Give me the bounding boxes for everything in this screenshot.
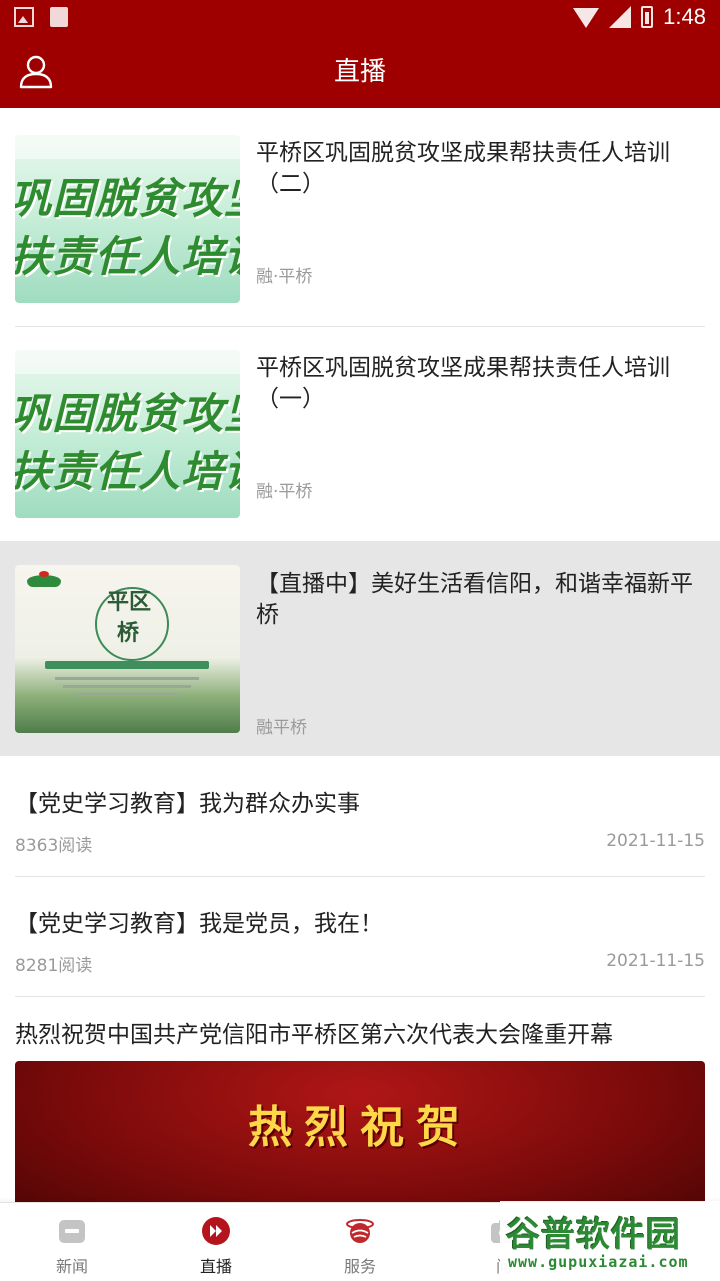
article-read-count: 8281阅读 xyxy=(15,956,93,976)
article-title: 【党史学习教育】我是党员，我在！ xyxy=(15,911,383,937)
article-read-count: 8363阅读 xyxy=(15,836,93,856)
live-card[interactable]: 巩固脱贫攻坚 扶责任人培训 平桥区巩固脱贫攻坚成果帮扶责任人培训（一） 融·平桥 xyxy=(0,323,720,538)
thumbnail-text: 巩固脱贫攻坚 xyxy=(15,389,240,438)
app-bar: 直播 xyxy=(0,36,720,108)
user-profile-button[interactable] xyxy=(18,54,54,90)
live-thumbnail: 平区 桥 xyxy=(15,565,240,733)
thumbnail-text: 平区 xyxy=(107,590,152,615)
article-item[interactable]: 【党史学习教育】我为群众办实事 8363阅读 2021-11-15 xyxy=(0,756,720,876)
article-title: 【党史学习教育】我为群众办实事 xyxy=(15,791,360,817)
thumbnail-text: 巩固脱贫攻坚 xyxy=(15,174,240,223)
system-icons: 1:48 xyxy=(573,4,706,30)
article-title: 热烈祝贺中国共产党信阳市平桥区第六次代表大会隆重开幕 xyxy=(15,1022,613,1048)
live-title: 平桥区巩固脱贫攻坚成果帮扶责任人培训（一） xyxy=(256,355,670,412)
signal-icon xyxy=(609,6,632,28)
live-thumbnail: 巩固脱贫攻坚 扶责任人培训 xyxy=(15,350,240,518)
page-title: 直播 xyxy=(333,57,386,87)
status-time: 1:48 xyxy=(663,4,706,29)
wifi-icon xyxy=(573,8,600,28)
article-date: 2021-11-15 xyxy=(606,951,705,971)
watermark-overlay: 谷普软件园 www.gupuxiazai.com xyxy=(500,1201,720,1280)
user-icon xyxy=(19,55,53,89)
live-source: 融·平桥 xyxy=(256,267,313,287)
banner-text: 热烈祝贺 xyxy=(248,1102,472,1153)
status-bar: 1:48 xyxy=(0,0,720,36)
article-date: 2021-11-15 xyxy=(606,831,705,851)
news-icon xyxy=(59,1220,85,1243)
app-notification-icon xyxy=(50,7,68,27)
divider xyxy=(15,996,705,997)
live-card-active[interactable]: 平区 桥 【直播中】美好生活看信阳，和谐幸福新平桥 融平桥 xyxy=(0,541,720,756)
service-icon xyxy=(346,1219,374,1243)
thumbnail-text: 扶责任人培训 xyxy=(15,447,240,496)
content-feed[interactable]: 巩固脱贫攻坚 扶责任人培训 平桥区巩固脱贫攻坚成果帮扶责任人培训（二） 融·平桥… xyxy=(0,108,720,1202)
article-banner-image: 热烈祝贺 xyxy=(15,1061,705,1202)
nav-item-news[interactable]: 新闻 xyxy=(0,1203,144,1281)
battery-icon xyxy=(641,6,654,28)
nav-label: 直播 xyxy=(199,1257,232,1276)
live-source: 融·平桥 xyxy=(256,482,313,502)
watermark-logo: 谷普软件园 xyxy=(506,1215,681,1255)
nav-label: 服务 xyxy=(343,1257,376,1276)
live-source: 融平桥 xyxy=(256,718,307,738)
watermark-url: www.gupuxiazai.com xyxy=(508,1253,689,1271)
live-card[interactable]: 巩固脱贫攻坚 扶责任人培训 平桥区巩固脱贫攻坚成果帮扶责任人培训（二） 融·平桥 xyxy=(0,108,720,323)
live-play-icon xyxy=(202,1217,230,1245)
nav-item-live[interactable]: 直播 xyxy=(144,1203,288,1281)
image-notification-icon xyxy=(14,7,34,27)
article-item[interactable]: 【党史学习教育】我是党员，我在！ 8281阅读 2021-11-15 xyxy=(0,876,720,996)
nav-item-service[interactable]: 服务 xyxy=(288,1203,432,1281)
nav-label: 新闻 xyxy=(55,1257,88,1276)
live-title: 平桥区巩固脱贫攻坚成果帮扶责任人培训（二） xyxy=(256,140,670,197)
thumbnail-text: 扶责任人培训 xyxy=(15,232,240,281)
notification-icons xyxy=(14,7,68,27)
live-thumbnail: 巩固脱贫攻坚 扶责任人培训 xyxy=(15,135,240,303)
live-title: 【直播中】美好生活看信阳，和谐幸福新平桥 xyxy=(256,571,693,628)
thumbnail-text: 桥 xyxy=(117,621,140,646)
